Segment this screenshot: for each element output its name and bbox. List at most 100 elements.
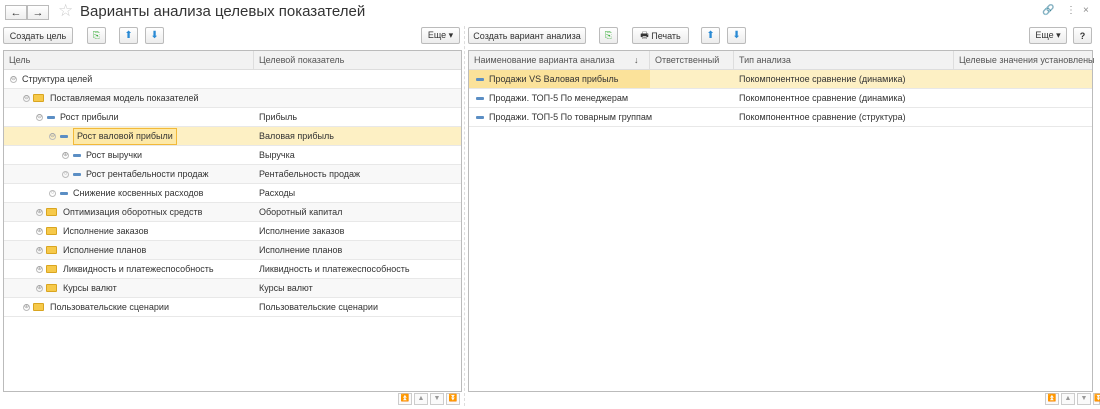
goal-name: Оптимизация оборотных средств: [63, 207, 203, 217]
expand-toggle-icon[interactable]: ⊕: [36, 228, 43, 235]
copy-icon[interactable]: ⎘: [87, 27, 106, 44]
goal-name: Поставляемая модель показателей: [50, 93, 199, 103]
expand-toggle-icon[interactable]: ⊕: [23, 304, 30, 311]
leaf-toggle-icon[interactable]: ○: [62, 171, 69, 178]
more-menu-icon[interactable]: ⋮: [1066, 5, 1076, 16]
back-button[interactable]: ←: [5, 5, 27, 20]
variant-row[interactable]: Продажи VS Валовая прибыль Покомпонентное…: [469, 70, 1092, 89]
expand-toggle-icon[interactable]: ⊕: [36, 247, 43, 254]
scroll-down-button[interactable]: ▼: [1077, 393, 1091, 405]
close-icon[interactable]: ×: [1083, 5, 1089, 16]
column-header-responsible[interactable]: Ответственный: [650, 51, 734, 70]
arrow-up-icon: ⬆: [706, 30, 715, 41]
tree-row[interactable]: ⊕ Курсы валют Курсы валют: [4, 279, 461, 298]
print-label: Печать: [651, 30, 681, 41]
print-button[interactable]: 🖶 Печать: [632, 27, 689, 44]
expand-toggle-icon[interactable]: ⊕: [36, 285, 43, 292]
move-up-button[interactable]: ⬆: [701, 27, 720, 44]
goal-name: Ликвидность и платежеспособность: [63, 264, 214, 274]
tree-row[interactable]: ⊖ Рост валовой прибыли Валовая прибыль: [4, 127, 461, 146]
more-button-left[interactable]: Еще ▾: [421, 27, 460, 44]
tree-row[interactable]: ○ Снижение косвенных расходов Расходы: [4, 184, 461, 203]
create-goal-button[interactable]: Создать цель: [3, 27, 73, 44]
tree-row[interactable]: ⊕ Ликвидность и платежеспособность Ликвидн…: [4, 260, 461, 279]
target-indicator: Исполнение заказов: [259, 226, 345, 236]
more-button-right[interactable]: Еще ▾: [1029, 27, 1067, 44]
analysis-type: Покомпонентное сравнение (динамика): [739, 93, 906, 103]
favorite-star-icon[interactable]: ☆: [58, 1, 73, 21]
leaf-toggle-icon[interactable]: ○: [49, 190, 56, 197]
table-header: Наименование варианта анализа ↓ Ответстве…: [469, 51, 1094, 70]
scroll-bottom-button[interactable]: ⏬: [1093, 393, 1100, 405]
target-indicator: Прибыль: [259, 112, 298, 122]
splitter[interactable]: [464, 26, 465, 406]
expand-toggle-icon[interactable]: ⊕: [36, 209, 43, 216]
tree-row[interactable]: ○ Рост рентабельности продаж Рентабельност…: [4, 165, 461, 184]
tree-row[interactable]: ⊕ Рост выручки Выручка: [4, 146, 461, 165]
variant-row[interactable]: Продажи. ТОП-5 По товарным группам Покомп…: [469, 108, 1092, 127]
target-indicator: Выручка: [259, 150, 295, 160]
column-header-goal[interactable]: Цель: [4, 51, 254, 70]
printer-icon: 🖶: [640, 29, 652, 40]
target-indicator: Оборотный капитал: [259, 207, 343, 217]
page-title: Варианты анализа целевых показателей: [80, 3, 366, 20]
goal-icon: [73, 173, 81, 176]
move-up-button[interactable]: ⬆: [119, 27, 138, 44]
target-indicator: Курсы валют: [259, 283, 313, 293]
scroll-bottom-button[interactable]: ⏬: [446, 393, 460, 405]
folder-icon: [33, 303, 44, 311]
move-down-button[interactable]: ⬇: [727, 27, 746, 44]
table-header: Цель Целевой показатель: [4, 51, 461, 70]
target-indicator: Исполнение планов: [259, 245, 343, 255]
goal-name: Рост прибыли: [60, 112, 119, 122]
scroll-top-button[interactable]: ⏫: [1045, 393, 1059, 405]
variants-table[interactable]: Наименование варианта анализа ↓ Ответстве…: [468, 50, 1094, 392]
scroll-down-button[interactable]: ▼: [430, 393, 444, 405]
expand-toggle-icon[interactable]: ⊕: [36, 266, 43, 273]
tree-row[interactable]: ⊕ Пользовательские сценарии Пользовательск…: [4, 298, 461, 317]
tree-row[interactable]: ⊕ Исполнение заказов Исполнение заказов: [4, 222, 461, 241]
goal-name: Исполнение планов: [63, 245, 147, 255]
link-icon[interactable]: 🔗: [1042, 5, 1054, 16]
scroll-up-button[interactable]: ▲: [414, 393, 428, 405]
goal-name: Рост выручки: [86, 150, 143, 160]
variant-icon: [476, 78, 484, 81]
collapse-toggle-icon[interactable]: ⊖: [36, 114, 43, 121]
move-down-button[interactable]: ⬇: [145, 27, 164, 44]
tree-row[interactable]: ⊕ Оптимизация оборотных средств Оборотный …: [4, 203, 461, 222]
variant-row[interactable]: Продажи. ТОП-5 По менеджерам Покомпонентн…: [469, 89, 1092, 108]
scroll-top-button[interactable]: ⏫: [398, 393, 412, 405]
goal-name: Курсы валют: [63, 283, 117, 293]
target-indicator: Рентабельность продаж: [259, 169, 361, 179]
goals-tree-table[interactable]: Цель Целевой показатель ⊖ Структура целей…: [3, 50, 462, 392]
collapse-toggle-icon[interactable]: ⊖: [10, 76, 17, 83]
create-variant-button[interactable]: Создать вариант анализа: [468, 27, 586, 44]
target-indicator: Ликвидность и платежеспособность: [259, 264, 410, 274]
scroll-up-button[interactable]: ▲: [1061, 393, 1075, 405]
variant-name: Продажи. ТОП-5 По товарным группам: [489, 112, 653, 122]
arrow-down-icon: ⬇: [150, 30, 159, 41]
column-header-target[interactable]: Целевой показатель: [254, 51, 461, 70]
collapse-toggle-icon[interactable]: ⊖: [23, 95, 30, 102]
folder-icon: [46, 208, 57, 216]
tree-row[interactable]: ⊕ Исполнение планов Исполнение планов: [4, 241, 461, 260]
tree-row[interactable]: ⊖ Структура целей: [4, 70, 461, 89]
collapse-toggle-icon[interactable]: ⊖: [49, 133, 56, 140]
goal-icon: [60, 192, 68, 195]
forward-button[interactable]: →: [27, 5, 49, 20]
column-header-type[interactable]: Тип анализа: [734, 51, 954, 70]
folder-icon: [46, 227, 57, 235]
copy-icon[interactable]: ⎘: [599, 27, 618, 44]
goal-name: Рост рентабельности продаж: [86, 169, 209, 179]
tree-row[interactable]: ⊖ Поставляемая модель показателей: [4, 89, 461, 108]
expand-toggle-icon[interactable]: ⊕: [62, 152, 69, 159]
variant-icon: [476, 116, 484, 119]
help-button[interactable]: ?: [1073, 27, 1092, 44]
folder-icon: [46, 265, 57, 273]
tree-row[interactable]: ⊖ Рост прибыли Прибыль: [4, 108, 461, 127]
column-header-name[interactable]: Наименование варианта анализа ↓: [469, 51, 650, 70]
sort-desc-icon: ↓: [634, 55, 639, 65]
goal-icon: [60, 135, 68, 138]
folder-icon: [46, 246, 57, 254]
column-header-targets-set[interactable]: Целевые значения установлены: [954, 51, 1094, 70]
